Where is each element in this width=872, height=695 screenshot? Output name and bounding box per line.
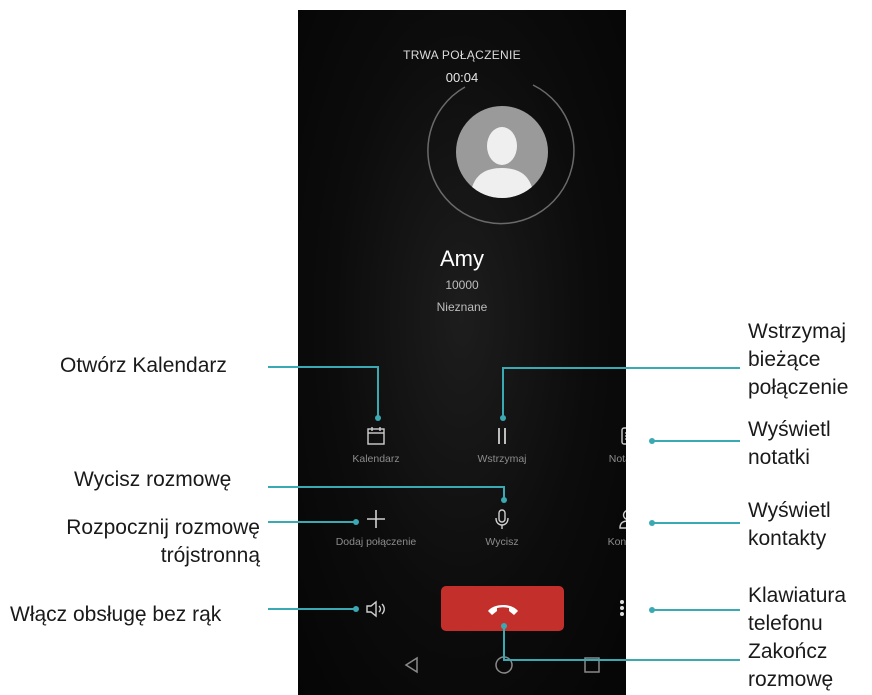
annotation-mute: Wycisz rozmowę: [74, 468, 232, 491]
annotation-keypad: Klawiatura telefonu: [748, 584, 847, 635]
annotation-three-way: Rozpocznij rozmowę trójstronną: [66, 516, 260, 567]
callout-lines: [268, 366, 740, 661]
annotation-contacts: Wyświetl kontakty: [748, 499, 831, 550]
annotation-open-calendar: Otwórz Kalendarz: [60, 354, 227, 377]
annotation-end-call: Zakończ rozmowę: [748, 640, 834, 691]
annotation-speaker: Włącz obsługę bez rąk: [10, 603, 222, 626]
annotation-notes: Wyświetl notatki: [748, 418, 831, 469]
annotation-hold: Wstrzymaj bieżące połączenie: [748, 320, 849, 399]
